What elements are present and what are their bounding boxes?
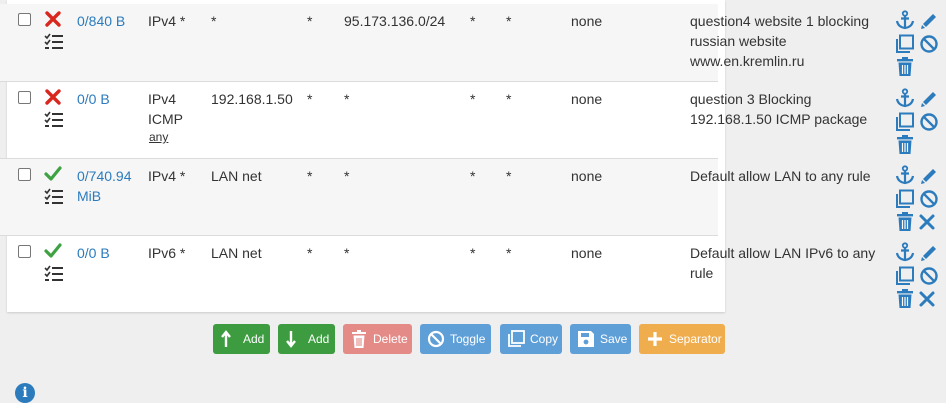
queue-cell: none bbox=[571, 91, 603, 107]
delete-icon[interactable] bbox=[895, 289, 915, 309]
destination-cell: * bbox=[344, 245, 350, 261]
edit-icon[interactable] bbox=[919, 165, 939, 185]
queue-cell: none bbox=[571, 13, 603, 29]
destination-port-cell: * bbox=[470, 13, 476, 29]
row-select-checkbox[interactable] bbox=[18, 168, 31, 181]
protocol-cell: IPv4 ICMP bbox=[148, 91, 183, 127]
source-cell: 192.168.1.50 bbox=[211, 91, 293, 107]
gateway-cell: * bbox=[506, 245, 512, 261]
block-icon bbox=[45, 89, 61, 105]
destination-port-cell: * bbox=[470, 168, 476, 184]
delete-icon[interactable] bbox=[895, 135, 915, 155]
delete-label: Delete bbox=[373, 332, 408, 346]
anchor-icon[interactable] bbox=[895, 88, 915, 108]
anchor-icon[interactable] bbox=[895, 242, 915, 262]
table-row: 0/0 B IPv6 * LAN net * * * * none Defaul… bbox=[0, 235, 946, 314]
description-cell: Default allow LAN to any rule bbox=[690, 168, 871, 184]
gateway-cell: * bbox=[506, 91, 512, 107]
list-check-icon[interactable] bbox=[44, 33, 64, 51]
queue-cell: none bbox=[571, 245, 603, 261]
row-select-checkbox[interactable] bbox=[18, 13, 31, 26]
copy-icon[interactable] bbox=[895, 112, 915, 132]
toggle-label: Toggle bbox=[450, 332, 486, 346]
pass-check-icon bbox=[44, 166, 62, 181]
add-top-button[interactable]: Add bbox=[213, 324, 270, 354]
protocol-cell: IPv4 * bbox=[148, 168, 186, 184]
edit-icon[interactable] bbox=[919, 88, 939, 108]
destination-cell: 95.173.136.0/24 bbox=[344, 13, 446, 29]
add-bottom-label: Add bbox=[308, 332, 330, 346]
add-top-label: Add bbox=[243, 332, 265, 346]
list-check-icon[interactable] bbox=[44, 188, 64, 206]
table-row: 0/740.94 MiB IPv4 * LAN net * * * * none… bbox=[0, 158, 946, 237]
save-label: Save bbox=[600, 332, 628, 346]
source-cell: LAN net bbox=[211, 168, 262, 184]
row-select-checkbox[interactable] bbox=[18, 91, 31, 104]
source-port-cell: * bbox=[307, 13, 313, 29]
protocol-cell: IPv4 * bbox=[148, 13, 186, 29]
disable-icon[interactable] bbox=[919, 112, 939, 132]
anchor-icon[interactable] bbox=[895, 10, 915, 30]
description-cell: question4 website 1 blocking russian web… bbox=[690, 13, 870, 69]
delete-icon[interactable] bbox=[895, 212, 915, 232]
disable-icon[interactable] bbox=[919, 34, 939, 54]
toggle-button[interactable]: Toggle bbox=[420, 324, 491, 354]
save-button[interactable]: Save bbox=[570, 324, 631, 354]
delete-icon[interactable] bbox=[895, 57, 915, 77]
description-cell: Default allow LAN IPv6 to any rule bbox=[690, 245, 876, 281]
block-icon bbox=[45, 11, 61, 27]
close-icon[interactable] bbox=[917, 289, 937, 309]
arrow-up-icon bbox=[221, 330, 231, 347]
disable-icon[interactable] bbox=[919, 189, 939, 209]
description-cell: question 3 Blocking 192.168.1.50 ICMP pa… bbox=[690, 91, 868, 127]
protocol-cell: IPv6 * bbox=[148, 245, 186, 261]
separator-button[interactable]: Separator bbox=[639, 324, 725, 354]
source-cell: LAN net bbox=[211, 245, 262, 261]
edit-icon[interactable] bbox=[919, 242, 939, 262]
gateway-cell: * bbox=[506, 13, 512, 29]
separator-label: Separator bbox=[669, 332, 722, 346]
copy-label: Copy bbox=[530, 332, 559, 346]
source-port-cell: * bbox=[307, 245, 313, 261]
destination-cell: * bbox=[344, 91, 350, 107]
close-icon[interactable] bbox=[917, 212, 937, 232]
states-link[interactable]: 0/740.94 MiB bbox=[77, 166, 139, 206]
destination-port-cell: * bbox=[470, 91, 476, 107]
copy-icon[interactable] bbox=[895, 34, 915, 54]
copy-button[interactable]: Copy bbox=[500, 324, 562, 354]
disable-icon[interactable] bbox=[919, 266, 939, 286]
states-link[interactable]: 0/0 B bbox=[77, 89, 110, 109]
destination-port-cell: * bbox=[470, 245, 476, 261]
icmp-type-link[interactable]: any bbox=[149, 130, 168, 144]
row-select-checkbox[interactable] bbox=[18, 245, 31, 258]
info-icon[interactable]: i bbox=[15, 383, 35, 403]
states-link[interactable]: 0/0 B bbox=[77, 243, 110, 263]
edit-icon[interactable] bbox=[919, 10, 939, 30]
copy-icon[interactable] bbox=[895, 266, 915, 286]
table-row: 0/840 B IPv4 * * * 95.173.136.0/24 * * n… bbox=[0, 4, 946, 82]
trash-icon bbox=[352, 330, 366, 348]
queue-cell: none bbox=[571, 168, 603, 184]
list-check-icon[interactable] bbox=[44, 111, 64, 129]
list-check-icon[interactable] bbox=[44, 265, 64, 283]
gateway-cell: * bbox=[506, 168, 512, 184]
source-cell: * bbox=[211, 13, 217, 29]
delete-button[interactable]: Delete bbox=[343, 324, 412, 354]
copy-icon[interactable] bbox=[895, 189, 915, 209]
pass-check-icon bbox=[44, 243, 62, 258]
add-bottom-button[interactable]: Add bbox=[278, 324, 335, 354]
ban-icon bbox=[427, 330, 445, 348]
anchor-icon[interactable] bbox=[895, 165, 915, 185]
copy-icon bbox=[508, 330, 525, 347]
source-port-cell: * bbox=[307, 91, 313, 107]
arrow-down-icon bbox=[286, 331, 296, 348]
source-port-cell: * bbox=[307, 168, 313, 184]
states-link[interactable]: 0/840 B bbox=[77, 11, 125, 31]
destination-cell: * bbox=[344, 168, 350, 184]
save-icon bbox=[578, 331, 594, 347]
plus-icon bbox=[648, 332, 662, 346]
table-row: 0/0 B IPv4 ICMP any 192.168.1.50 * * * *… bbox=[0, 81, 946, 160]
